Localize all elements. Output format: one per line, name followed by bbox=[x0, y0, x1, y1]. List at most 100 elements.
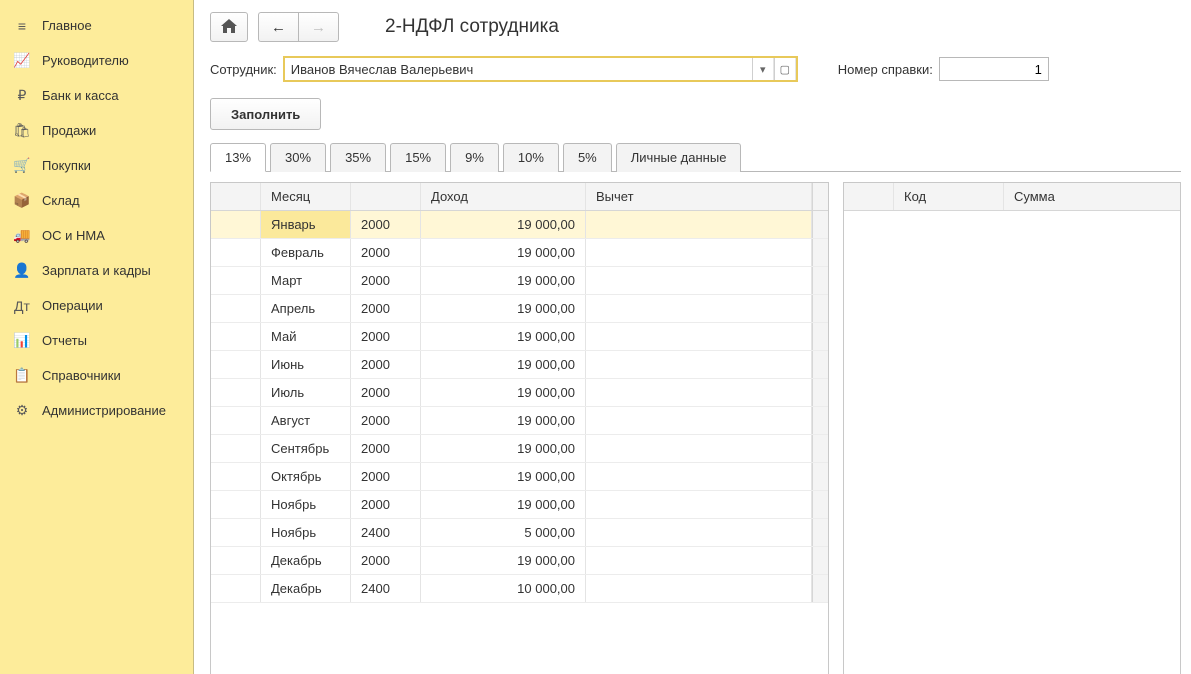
page-title: 2-НДФЛ сотрудника bbox=[385, 16, 559, 38]
row-blank bbox=[211, 379, 261, 406]
tab-5pct[interactable]: 5% bbox=[563, 143, 612, 172]
row-month: Апрель bbox=[261, 295, 351, 322]
chevron-down-icon: ▾ bbox=[760, 63, 766, 76]
fill-button[interactable]: Заполнить bbox=[210, 98, 321, 130]
header-deduction[interactable]: Вычет bbox=[586, 183, 812, 210]
table-row[interactable]: Апрель200019 000,00 bbox=[211, 295, 828, 323]
row-amount: 19 000,00 bbox=[421, 211, 586, 238]
main-area: ← → 2-НДФЛ сотрудника Сотрудник: ▾ ▢ Ном… bbox=[194, 0, 1191, 674]
row-blank bbox=[211, 491, 261, 518]
sidebar-item-6[interactable]: 🚚ОС и НМА bbox=[0, 218, 193, 253]
row-deduction bbox=[586, 267, 812, 294]
row-blank bbox=[211, 463, 261, 490]
tab-15pct[interactable]: 15% bbox=[390, 143, 446, 172]
table-row[interactable]: Февраль200019 000,00 bbox=[211, 239, 828, 267]
row-amount: 19 000,00 bbox=[421, 239, 586, 266]
table-row[interactable]: Август200019 000,00 bbox=[211, 407, 828, 435]
scrollbar-space bbox=[812, 407, 828, 434]
row-month: Декабрь bbox=[261, 575, 351, 602]
sidebar-item-4[interactable]: 🛒Покупки bbox=[0, 148, 193, 183]
sidebar-item-2[interactable]: ₽Банк и касса bbox=[0, 78, 193, 113]
row-amount: 5 000,00 bbox=[421, 519, 586, 546]
table-row[interactable]: Сентябрь200019 000,00 bbox=[211, 435, 828, 463]
scrollbar-space bbox=[812, 491, 828, 518]
row-amount: 19 000,00 bbox=[421, 295, 586, 322]
tab-35pct[interactable]: 35% bbox=[330, 143, 386, 172]
row-month: Июль bbox=[261, 379, 351, 406]
row-amount: 19 000,00 bbox=[421, 379, 586, 406]
table-row[interactable]: Ноябрь200019 000,00 bbox=[211, 491, 828, 519]
tab-13pct[interactable]: 13% bbox=[210, 143, 266, 172]
sidebar-item-label: Главное bbox=[42, 18, 92, 33]
header-blank bbox=[211, 183, 261, 210]
header-sum[interactable]: Сумма bbox=[1004, 183, 1180, 210]
employee-label: Сотрудник: bbox=[210, 62, 277, 77]
sidebar-item-1[interactable]: 📈Руководителю bbox=[0, 43, 193, 78]
scrollbar-space bbox=[812, 463, 828, 490]
table-row[interactable]: Ноябрь24005 000,00 bbox=[211, 519, 828, 547]
table-row[interactable]: Март200019 000,00 bbox=[211, 267, 828, 295]
row-deduction bbox=[586, 295, 812, 322]
table-row[interactable]: Май200019 000,00 bbox=[211, 323, 828, 351]
scrollbar-space bbox=[812, 267, 828, 294]
employee-input[interactable] bbox=[285, 58, 752, 80]
row-blank bbox=[211, 211, 261, 238]
deduction-grid-header: Код Сумма bbox=[844, 183, 1180, 211]
row-deduction bbox=[586, 491, 812, 518]
tab-Личные-данные[interactable]: Личные данные bbox=[616, 143, 742, 172]
row-month: Февраль bbox=[261, 239, 351, 266]
reference-input[interactable] bbox=[939, 57, 1049, 81]
row-amount: 19 000,00 bbox=[421, 323, 586, 350]
row-deduction bbox=[586, 547, 812, 574]
row-code: 2000 bbox=[351, 239, 421, 266]
sidebar-item-8[interactable]: ДтОперации bbox=[0, 288, 193, 323]
row-amount: 19 000,00 bbox=[421, 267, 586, 294]
arrow-right-icon: → bbox=[311, 19, 326, 36]
gear-icon: ⚙ bbox=[12, 402, 32, 419]
sidebar-item-label: Зарплата и кадры bbox=[42, 263, 151, 278]
sidebar-item-0[interactable]: ≡Главное bbox=[0, 8, 193, 43]
row-deduction bbox=[586, 407, 812, 434]
scrollbar-space bbox=[812, 351, 828, 378]
table-row[interactable]: Июль200019 000,00 bbox=[211, 379, 828, 407]
row-deduction bbox=[586, 435, 812, 462]
tab-30pct[interactable]: 30% bbox=[270, 143, 326, 172]
sidebar-item-10[interactable]: 📋Справочники bbox=[0, 358, 193, 393]
scrollbar-space bbox=[812, 547, 828, 574]
header-code[interactable]: Код bbox=[894, 183, 1004, 210]
sidebar-item-11[interactable]: ⚙Администрирование bbox=[0, 393, 193, 428]
deduction-grid: Код Сумма bbox=[843, 182, 1181, 674]
table-row[interactable]: Январь200019 000,00 bbox=[211, 211, 828, 239]
table-row[interactable]: Декабрь240010 000,00 bbox=[211, 575, 828, 603]
row-month: Октябрь bbox=[261, 463, 351, 490]
sidebar-item-5[interactable]: 📦Склад bbox=[0, 183, 193, 218]
tab-10pct[interactable]: 10% bbox=[503, 143, 559, 172]
row-amount: 19 000,00 bbox=[421, 351, 586, 378]
sidebar-item-7[interactable]: 👤Зарплата и кадры bbox=[0, 253, 193, 288]
tab-9pct[interactable]: 9% bbox=[450, 143, 499, 172]
cart-icon: 🛒 bbox=[12, 157, 32, 174]
row-code: 2000 bbox=[351, 351, 421, 378]
header-income[interactable]: Доход bbox=[421, 183, 586, 210]
table-row[interactable]: Июнь200019 000,00 bbox=[211, 351, 828, 379]
row-month: Ноябрь bbox=[261, 491, 351, 518]
header-month[interactable]: Месяц bbox=[261, 183, 351, 210]
open-dialog-button[interactable]: ▢ bbox=[774, 58, 796, 80]
row-blank bbox=[211, 407, 261, 434]
table-row[interactable]: Октябрь200019 000,00 bbox=[211, 463, 828, 491]
sidebar-item-9[interactable]: 📊Отчеты bbox=[0, 323, 193, 358]
dropdown-button[interactable]: ▾ bbox=[752, 58, 774, 80]
back-button[interactable]: ← bbox=[258, 12, 298, 42]
row-code: 2000 bbox=[351, 435, 421, 462]
panel-area: Месяц Доход Вычет Январь200019 000,00Фев… bbox=[210, 172, 1181, 674]
row-code: 2000 bbox=[351, 323, 421, 350]
row-blank bbox=[211, 323, 261, 350]
home-button[interactable] bbox=[210, 12, 248, 42]
sidebar-item-3[interactable]: 🛍Продажи bbox=[0, 113, 193, 148]
box-icon: 📦 bbox=[12, 192, 32, 209]
row-deduction bbox=[586, 575, 812, 602]
money-icon: ₽ bbox=[12, 87, 32, 104]
table-row[interactable]: Декабрь200019 000,00 bbox=[211, 547, 828, 575]
scrollbar-track[interactable] bbox=[812, 183, 828, 210]
forward-button[interactable]: → bbox=[298, 12, 339, 42]
